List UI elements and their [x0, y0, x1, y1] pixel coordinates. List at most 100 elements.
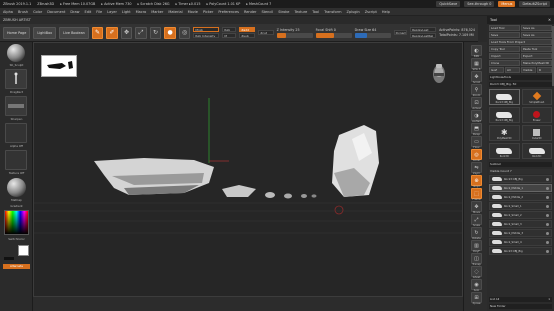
menu-edit[interactable]: Edit — [85, 10, 92, 14]
menu-tool[interactable]: Tool — [312, 10, 319, 14]
tool-import-button[interactable]: Import — [489, 53, 520, 59]
alpha-off-button[interactable] — [5, 123, 27, 143]
z-intensity-slider[interactable] — [276, 32, 313, 38]
palette-close-icon[interactable]: ✕ — [548, 18, 551, 22]
tool-save-button[interactable]: Save — [489, 32, 520, 38]
home-page-button[interactable]: Home Page — [3, 26, 31, 39]
alternate-button[interactable]: Alternate — [3, 264, 30, 269]
scale-button[interactable]: ⤢ — [135, 26, 147, 39]
menu-picker[interactable]: Picker — [203, 10, 213, 14]
tool-thumbnail[interactable]: ✱ PolyMesh3D — [489, 125, 520, 141]
live-boolean-button[interactable]: Live Boolean — [59, 26, 89, 39]
dynamic-toggle[interactable]: Dynamic — [393, 30, 408, 35]
menu-zplugin[interactable]: Zplugin — [346, 10, 359, 14]
menu-light[interactable]: Light — [122, 10, 131, 14]
list-all-button[interactable]: List All 1 — [489, 297, 552, 302]
visibility-eye-icon[interactable] — [546, 177, 549, 181]
material-sphere[interactable] — [7, 178, 26, 197]
tool-load-tool-button[interactable]: Load Tool — [489, 25, 520, 31]
default-zscript-button[interactable]: DefaultZScript — [519, 1, 550, 7]
visible-count-field[interactable]: Visible Count 7 — [489, 169, 552, 174]
color-picker[interactable] — [4, 210, 29, 235]
subtool-item[interactable]: Rock_Small_4 — [489, 238, 552, 246]
zcut-toggle[interactable]: Zcut — [258, 30, 274, 35]
visibility-eye-icon[interactable] — [546, 240, 549, 244]
gizmo-button[interactable]: ◎ — [178, 26, 191, 39]
texture-off-button[interactable] — [5, 150, 27, 170]
menu-movie[interactable]: Movie — [188, 10, 198, 14]
current-tool-name[interactable]: Rock3 OBJ_Big. 50 — [489, 82, 552, 87]
menu-render[interactable]: Render — [244, 10, 256, 14]
tool-paste-tool-button[interactable]: Paste Tool — [521, 46, 552, 52]
brush-preview-sphere[interactable] — [7, 44, 25, 62]
menu-brush[interactable]: Brush — [18, 10, 28, 14]
tool-clone-button[interactable]: Clone — [489, 60, 520, 66]
menu-zscript[interactable]: Zscript — [365, 10, 377, 14]
tool-copy-tool-button[interactable]: Copy Tool — [489, 46, 520, 52]
menu-draw[interactable]: Draw — [70, 10, 79, 14]
new-folder-button[interactable]: New Folder — [489, 304, 552, 309]
quicksave-button[interactable]: QuickSave — [436, 1, 461, 7]
menu-texture[interactable]: Texture — [294, 10, 307, 14]
tool-thumbnail[interactable]: Eraser — [521, 107, 552, 123]
visibility-eye-icon[interactable] — [546, 249, 549, 253]
see-through-slider[interactable]: See-through 0 — [464, 1, 495, 7]
menu-help[interactable]: Help — [382, 10, 390, 14]
menus-toggle[interactable]: Menus — [498, 1, 516, 7]
subtool-item[interactable]: Rock_Small_3 — [489, 220, 552, 228]
m-toggle[interactable]: M — [222, 33, 237, 38]
primary-color-swatch[interactable] — [4, 257, 14, 260]
draw-size-slider[interactable] — [354, 32, 391, 38]
tool-load-tools-from-project-button[interactable]: Load Tools From Project — [489, 39, 552, 45]
visibility-eye-icon[interactable] — [546, 195, 549, 199]
lightbox-tools-button[interactable]: Lightbox▸Tools — [489, 75, 552, 80]
menu-file[interactable]: File — [96, 10, 102, 14]
move-button[interactable]: ✥ — [120, 26, 133, 39]
lightbox-button[interactable]: LightBox — [33, 26, 57, 39]
subtool-item[interactable]: Rock3 OBJ_Big — [489, 175, 552, 183]
tool-save-as-button[interactable]: Save As — [521, 32, 552, 38]
focal-shift-slider[interactable] — [315, 32, 352, 38]
replay-last-button[interactable]: ReplayLast — [410, 27, 437, 32]
subtool-header[interactable]: Subtool — [489, 162, 552, 167]
tool-thumbnail[interactable]: Rock3D — [489, 143, 520, 159]
secondary-color-swatch[interactable] — [18, 245, 29, 256]
visibility-eye-icon[interactable] — [546, 222, 549, 226]
menu-preferences[interactable]: Preferences — [218, 10, 239, 14]
document-canvas[interactable] — [33, 42, 463, 297]
menu-macro[interactable]: Macro — [136, 10, 147, 14]
menu-stroke[interactable]: Stroke — [278, 10, 289, 14]
tool-make-polymesh3d-button[interactable]: Make PolyMesh3D — [521, 60, 552, 66]
subtool-item[interactable]: Rock_Small_1 — [489, 202, 552, 210]
stroke-button[interactable] — [5, 69, 27, 89]
menu-document[interactable]: Document — [47, 10, 65, 14]
menu-color[interactable]: Color — [33, 10, 42, 14]
visibility-eye-icon[interactable] — [546, 231, 549, 235]
menu-stencil[interactable]: Stencil — [261, 10, 273, 14]
menu-marker[interactable]: Marker — [151, 10, 163, 14]
zsub-toggle[interactable]: Zsub — [239, 33, 256, 38]
tool-thumbnail[interactable]: SimpleBrush — [521, 89, 552, 105]
tool-thumbnail[interactable]: Cube3D — [521, 125, 552, 141]
tool-save-as-button[interactable]: Save As — [521, 25, 552, 31]
edit-button[interactable]: ✎ — [91, 26, 104, 39]
menu-layer[interactable]: Layer — [107, 10, 117, 14]
alpha-button[interactable] — [5, 96, 27, 116]
subtool-item[interactable]: Rock_Middle_1 — [489, 184, 552, 192]
tool-thumbnail[interactable]: Rock3 OBJ_Big — [489, 107, 520, 123]
tool-palette-header[interactable]: Tool ✕ — [487, 16, 554, 24]
zadd-toggle[interactable]: Zadd — [239, 27, 256, 32]
tool-thumbnail[interactable]: Rock3 OBJ_Big — [489, 89, 520, 105]
mrgb-toggle[interactable]: Mrgb — [193, 27, 220, 32]
tool-export-button[interactable]: Export — [521, 53, 552, 59]
tool-thumbnail[interactable]: Rock3D — [521, 143, 552, 159]
draw-button[interactable]: ✐ — [106, 26, 118, 39]
rgb-intensity-field[interactable]: Rgb Intensity — [193, 33, 220, 38]
visibility-eye-icon[interactable] — [546, 186, 549, 190]
visibility-eye-icon[interactable] — [546, 204, 549, 208]
tool-r-button[interactable]: R — [537, 67, 552, 73]
subtool-item[interactable]: Rock_Middle_2 — [489, 193, 552, 201]
subtool-item[interactable]: Rock3 OBJ_Big — [489, 247, 552, 255]
subtool-item[interactable]: Rock_Middle_3 — [489, 229, 552, 237]
visibility-eye-icon[interactable] — [546, 213, 549, 217]
